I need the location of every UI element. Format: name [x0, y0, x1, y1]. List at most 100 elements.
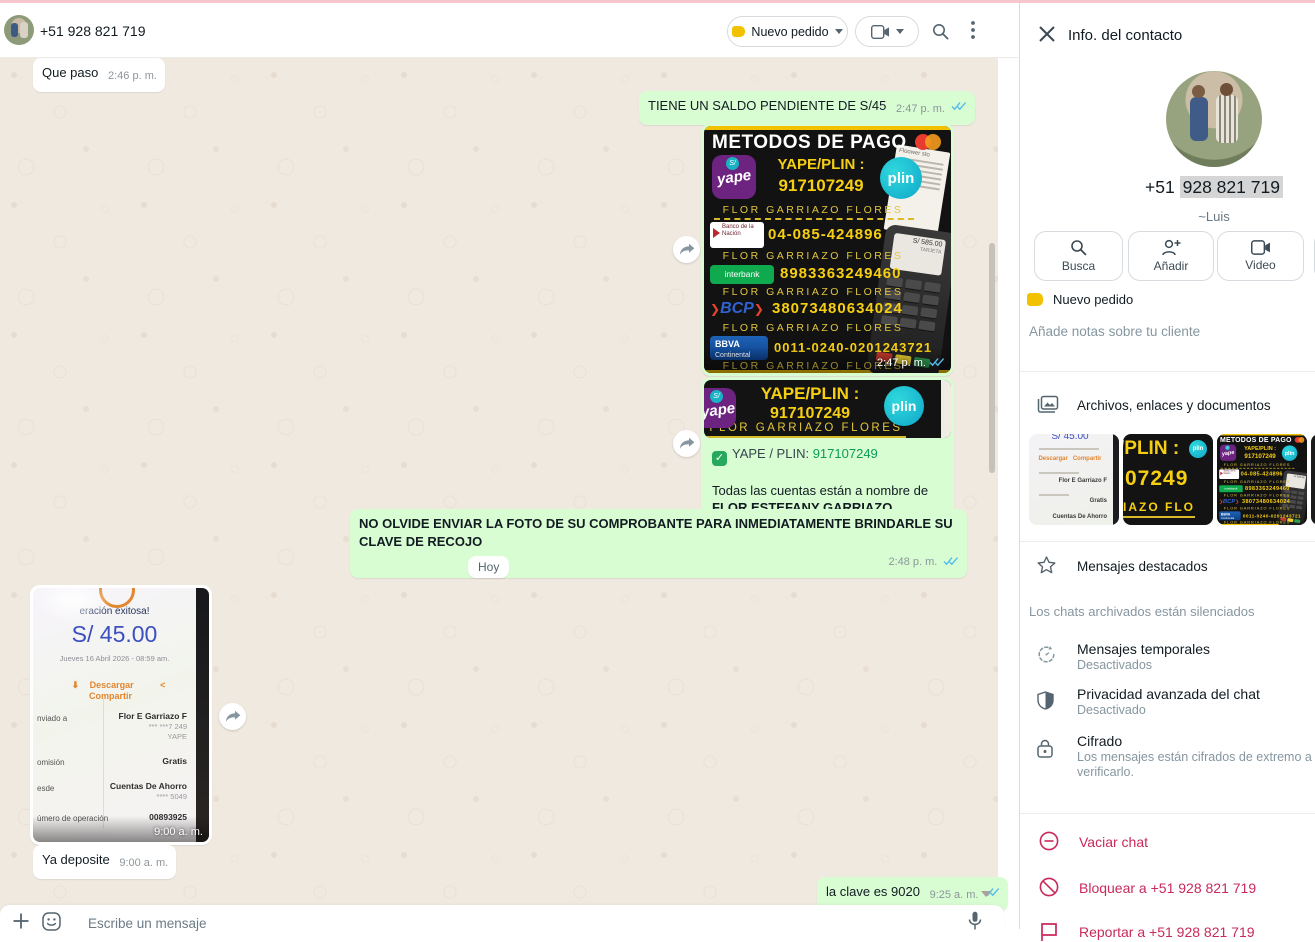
- account-owner: FLOR GARRIAZO FLORES: [704, 204, 922, 216]
- contact-profile-photo[interactable]: [1166, 71, 1262, 167]
- clear-chat-action[interactable]: Vaciar chat: [1079, 834, 1148, 850]
- search-icon[interactable]: [932, 23, 949, 40]
- button-label: Video: [1245, 258, 1275, 272]
- order-label: Nuevo pedido: [1053, 292, 1133, 307]
- button-label: Busca: [1062, 259, 1095, 273]
- media-thumbnail-partial[interactable]: [1311, 434, 1315, 525]
- scroll-down-icon[interactable]: [981, 891, 991, 897]
- receipt-label: omisión: [37, 758, 65, 767]
- message-text: la clave es 9020: [826, 884, 920, 899]
- video-call-button[interactable]: [855, 16, 919, 47]
- sticker-icon[interactable]: [42, 912, 61, 931]
- tag-icon: [732, 26, 745, 37]
- media-thumbnail-metodos[interactable]: METODOS DE PAGO S/yape YAPE/PLIN : 91710…: [1217, 434, 1307, 525]
- message-input[interactable]: [86, 915, 790, 932]
- message-time: 9:00 a. m.: [119, 857, 168, 869]
- timer-icon: [1037, 645, 1056, 664]
- kebab-menu-icon[interactable]: [971, 21, 975, 39]
- bcp-account-number: 38073480634024: [772, 300, 903, 317]
- incoming-image-message[interactable]: eración exitosa! S/ 45.00 Jueves 16 Abri…: [30, 585, 212, 845]
- report-contact-action[interactable]: Reportar a +51 928 821 719: [1079, 924, 1255, 940]
- yape-plin-number: 917107249: [740, 405, 880, 423]
- disappearing-messages-row[interactable]: Mensajes temporales: [1077, 641, 1210, 657]
- lock-icon: [1037, 739, 1053, 758]
- image-message-time: 2:47 p. m.: [877, 357, 945, 369]
- encryption-row[interactable]: Cifrado: [1077, 733, 1122, 749]
- forward-button[interactable]: [673, 236, 700, 263]
- contact-avatar[interactable]: [4, 15, 34, 45]
- person-add-icon: [1161, 239, 1181, 256]
- image-message-time: 9:00 a. m.: [154, 826, 203, 838]
- mic-icon[interactable]: [968, 911, 982, 931]
- archived-note: Los chats archivados están silenciados: [1029, 604, 1254, 619]
- contact-name[interactable]: +51 928 821 719: [40, 23, 146, 39]
- outgoing-message[interactable]: TIENE UN SALDO PENDIENTE DE S/45 2:47 p.…: [639, 91, 975, 125]
- advanced-privacy-row[interactable]: Privacidad avanzada del chat: [1077, 686, 1260, 702]
- disappearing-messages-status: Desactivados: [1077, 658, 1152, 672]
- message-text: NO OLVIDE ENVIAR LA FOTO DE SU COMPROBAN…: [359, 516, 953, 549]
- receipt-actions: ⬇ Descargar < Compartir: [33, 680, 196, 701]
- outgoing-message[interactable]: NO OLVIDE ENVIAR LA FOTO DE SU COMPROBAN…: [350, 509, 967, 578]
- block-icon: [1039, 877, 1059, 897]
- check-emoji-icon: ✓: [712, 451, 727, 466]
- minus-circle-icon: [1039, 831, 1059, 851]
- outgoing-image-message[interactable]: METODOS DE PAGO S/yape YAPE/PLIN : 91710…: [701, 123, 954, 376]
- media-thumbnail-receipt[interactable]: S/ 45.00 Descargar Compartir Flor E Garr…: [1029, 434, 1119, 525]
- order-status-button[interactable]: Nuevo pedido: [727, 16, 848, 47]
- caption-number[interactable]: 917107249: [813, 446, 878, 461]
- yape-logo-icon: S/yape: [712, 155, 756, 199]
- media-section-row[interactable]: Archivos, enlaces y documentos: [1077, 398, 1271, 413]
- image-title: METODOS DE PAGO: [712, 132, 907, 154]
- close-icon[interactable]: [1038, 25, 1056, 43]
- incoming-message[interactable]: Ya deposite 9:00 a. m.: [33, 845, 176, 879]
- chat-column: +51 928 821 719 Nuevo pedido Que paso 2:…: [0, 3, 1018, 929]
- yape-plin-number: 917107249: [762, 176, 880, 196]
- yape-logo-icon: S/yape: [704, 388, 736, 428]
- banco-nacion-logo-icon: Banco de la Nación: [710, 222, 764, 248]
- search-chat-button[interactable]: Busca: [1034, 231, 1123, 281]
- plin-logo-icon: plin: [880, 157, 922, 199]
- incoming-message[interactable]: Que paso 2:46 p. m.: [33, 58, 165, 92]
- order-label-row[interactable]: Nuevo pedido: [1027, 292, 1133, 307]
- media-thumbnail-plin[interactable]: plin /PLIN : 07249 IAZO FLO: [1123, 434, 1213, 525]
- caret-down-icon: [896, 29, 904, 34]
- double-check-icon: [951, 101, 967, 111]
- video-camera-icon: [1251, 240, 1271, 255]
- client-notes-placeholder[interactable]: Añade notas sobre tu cliente: [1029, 324, 1200, 339]
- starred-messages-row[interactable]: Mensajes destacados: [1077, 559, 1208, 574]
- yape-plin-label: YAPE/PLIN :: [762, 156, 880, 173]
- add-contact-button[interactable]: Añadir: [1128, 231, 1214, 281]
- account-owner: FLOR GARRIAZO FLORES: [704, 250, 922, 262]
- payment-receipt-photo: eración exitosa! S/ 45.00 Jueves 16 Abri…: [33, 588, 209, 842]
- chat-scrollbar[interactable]: [989, 243, 995, 473]
- video-camera-icon: [871, 25, 890, 39]
- folder-media-icon: [1037, 395, 1059, 414]
- video-call-button[interactable]: Video: [1217, 231, 1304, 281]
- receipt-label: nviado a: [37, 714, 67, 723]
- forward-button[interactable]: [673, 430, 700, 457]
- order-status-label: Nuevo pedido: [751, 25, 828, 39]
- star-icon: [1037, 556, 1056, 574]
- contact-info-panel: Info. del contacto +51 928 821 719 ~Luis…: [1019, 3, 1315, 929]
- forward-button[interactable]: [219, 703, 246, 730]
- advanced-privacy-status: Desactivado: [1077, 703, 1146, 717]
- block-contact-action[interactable]: Bloquear a +51 928 821 719: [1079, 880, 1256, 896]
- message-time: 2:48 p. m.: [888, 556, 937, 568]
- account-owner: FLOR GARRIAZO FLORES: [706, 422, 906, 438]
- panel-title: Info. del contacto: [1068, 27, 1182, 44]
- message-time: 2:47 p. m.: [896, 103, 945, 115]
- message-text: Ya deposite: [42, 852, 110, 867]
- account-owner: FLOR GARRIAZO FLORES: [704, 322, 922, 334]
- encryption-description: Los mensajes están cifrados de extremo a…: [1077, 750, 1315, 764]
- account-owner: FLOR GARRIAZO FLORES: [704, 286, 922, 298]
- mastercard-logo-icon: [915, 134, 943, 152]
- date-divider: Hoy: [468, 556, 509, 578]
- bcp-logo-icon: ❯BCP❯: [710, 300, 764, 318]
- message-text: TIENE UN SALDO PENDIENTE DE S/45: [648, 98, 886, 113]
- encryption-description-2: verificarlo.: [1077, 765, 1134, 779]
- button-label: Añadir: [1154, 259, 1189, 273]
- receipt-value: Cuentas De Ahorro **** 5049: [110, 781, 187, 801]
- message-time: 9:25 a. m.: [930, 889, 979, 901]
- plus-icon[interactable]: [12, 912, 30, 930]
- report-icon: [1039, 922, 1059, 942]
